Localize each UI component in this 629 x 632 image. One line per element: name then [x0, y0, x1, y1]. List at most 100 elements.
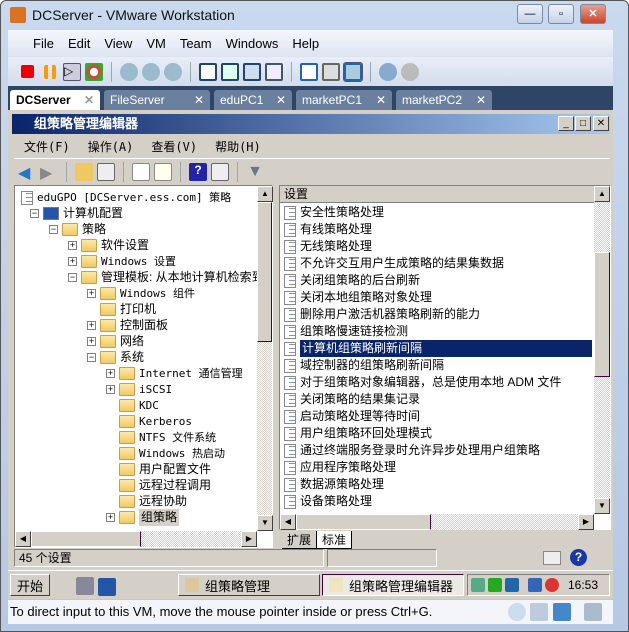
tree-item[interactable]: − 计算机配置	[30, 205, 123, 222]
tree-item[interactable]: eduGPO [DCServer.ess.com] 策略	[21, 189, 231, 206]
reset-icon[interactable]	[85, 62, 103, 81]
scroll-down-button[interactable]: ▼	[257, 515, 273, 531]
sidebar-icon[interactable]	[199, 62, 217, 81]
tab-marketpc1[interactable]: marketPC1 ✕	[296, 90, 392, 110]
setting-row[interactable]: 设备策略处理	[284, 493, 372, 510]
filter-icon[interactable]: ▼	[246, 163, 264, 181]
start-button[interactable]: 开始	[10, 574, 50, 596]
setting-row[interactable]: 有线策略处理	[284, 221, 372, 238]
scroll-thumb[interactable]	[594, 252, 610, 377]
show-hide-tree-icon[interactable]	[97, 162, 115, 181]
properties-icon[interactable]	[132, 162, 150, 181]
setting-row[interactable]: 通过终端服务登录时允许异步处理用户组策略	[284, 442, 540, 459]
setting-row[interactable]: 用户组策略环回处理模式	[284, 425, 432, 442]
setting-row[interactable]: 安全性策略处理	[284, 204, 384, 221]
menu-view-cn[interactable]: 查看(V)	[151, 138, 197, 155]
vmware-tools-icon[interactable]	[505, 578, 519, 592]
tree-item[interactable]: Kerberos	[106, 413, 192, 430]
column-header-setting[interactable]: 设置	[280, 186, 594, 203]
maximize-button[interactable]: ▫	[548, 4, 574, 24]
up-folder-icon[interactable]	[75, 162, 93, 181]
tray-app-icon[interactable]	[471, 578, 485, 592]
expand-icon[interactable]: +	[68, 241, 77, 250]
list-hscrollbar[interactable]: ◀ ▶	[280, 514, 594, 530]
expand-icon[interactable]: +	[106, 513, 115, 522]
server-manager-icon[interactable]	[76, 577, 94, 595]
power-on-icon[interactable]: ▷	[63, 62, 81, 81]
expand-icon[interactable]: +	[87, 321, 96, 330]
tree-item[interactable]: + Windows 设置	[68, 253, 176, 270]
tree-item[interactable]: 远程协助	[106, 493, 187, 510]
gpme-maximize-button[interactable]: □	[575, 116, 591, 131]
collapse-icon[interactable]: −	[49, 225, 58, 234]
keyboard-icon[interactable]	[543, 551, 561, 565]
menu-windows[interactable]: Windows	[219, 36, 286, 51]
scroll-right-button[interactable]: ▶	[241, 531, 257, 547]
setting-row[interactable]: 应用程序策略处理	[284, 459, 396, 476]
tree-item[interactable]: − 策略	[49, 221, 106, 238]
tree-item[interactable]: + Internet 通信管理	[106, 365, 243, 382]
back-icon[interactable]: ◀	[18, 163, 36, 182]
fullscreen-icon[interactable]	[221, 62, 239, 81]
close-tab-icon[interactable]: ✕	[84, 93, 94, 107]
tree-item[interactable]: + iSCSI	[106, 381, 172, 398]
tree-item[interactable]: + 网络	[87, 333, 144, 350]
minimize-button[interactable]: —	[517, 4, 543, 24]
menu-file-cn[interactable]: 文件(F)	[24, 138, 70, 155]
menu-help-cn[interactable]: 帮助(H)	[215, 138, 261, 155]
taskbar-gpm[interactable]: 组策略管理	[178, 574, 320, 596]
scroll-thumb[interactable]	[31, 531, 141, 547]
collapse-icon[interactable]: −	[30, 209, 39, 218]
menu-team[interactable]: Team	[173, 36, 219, 51]
expand-icon[interactable]: +	[106, 385, 115, 394]
suspend-icon[interactable]	[44, 64, 56, 79]
setting-row[interactable]: 域控制器的组策略刷新间隔	[284, 357, 444, 374]
tab-extended[interactable]: 扩展	[282, 531, 317, 549]
action-pane-icon[interactable]	[211, 162, 229, 181]
tree-item[interactable]: Windows 热启动	[106, 445, 225, 462]
menu-vm[interactable]: VM	[139, 36, 173, 51]
gpme-minimize-button[interactable]: _	[558, 116, 574, 131]
unity-icon[interactable]	[265, 62, 283, 81]
tree-item[interactable]: + Windows 组件	[87, 285, 195, 302]
tab-marketpc2[interactable]: marketPC2 ✕	[396, 90, 492, 110]
hard-disk-icon[interactable]	[530, 603, 548, 621]
safely-remove-icon[interactable]	[488, 578, 502, 592]
setting-row[interactable]: 计算机组策略刷新间隔	[284, 340, 592, 357]
setting-row[interactable]: 关闭策略的结果集记录	[284, 391, 420, 408]
tree-hscrollbar[interactable]: ◀ ▶	[15, 531, 257, 547]
scroll-up-button[interactable]: ▲	[257, 186, 273, 202]
network-adapter-icon[interactable]	[553, 603, 571, 621]
scroll-thumb[interactable]	[257, 202, 272, 342]
setting-row[interactable]: 关闭本地组策略对象处理	[284, 289, 432, 306]
export-list-icon[interactable]	[154, 162, 172, 181]
cdrom-icon[interactable]	[508, 603, 526, 621]
tree-item[interactable]: 用户配置文件	[106, 461, 211, 478]
power-off-icon[interactable]	[21, 65, 34, 78]
collapse-icon[interactable]: −	[87, 353, 96, 362]
tree-item[interactable]: 远程过程调用	[106, 477, 211, 494]
volume-muted-icon[interactable]	[545, 578, 559, 592]
expand-icon[interactable]: +	[68, 257, 77, 266]
tree-item[interactable]: + 软件设置	[68, 237, 149, 254]
close-tab-icon[interactable]: ✕	[276, 93, 286, 107]
setting-row[interactable]: 数据源策略处理	[284, 476, 384, 493]
close-tab-icon[interactable]: ✕	[476, 93, 486, 107]
expand-icon[interactable]: +	[87, 337, 96, 346]
tree-vscrollbar[interactable]: ▲ ▼	[257, 186, 273, 531]
menu-action-cn[interactable]: 操作(A)	[88, 138, 134, 155]
expand-icon[interactable]: +	[87, 289, 96, 298]
close-tab-icon[interactable]: ✕	[194, 93, 204, 107]
scroll-thumb[interactable]	[296, 514, 431, 530]
setting-row[interactable]: 关闭组策略的后台刷新	[284, 272, 420, 289]
tree-item[interactable]: − 系统	[87, 349, 144, 366]
tree-item[interactable]: + 控制面板	[87, 317, 168, 334]
scroll-left-button[interactable]: ◀	[280, 514, 296, 530]
setting-row[interactable]: 对于组策略对象编辑器，总是使用本地 ADM 文件	[284, 374, 561, 391]
collapse-icon[interactable]: −	[68, 273, 77, 282]
menu-file[interactable]: File	[26, 36, 61, 51]
forward-icon[interactable]: ▶	[40, 163, 58, 182]
tree-item[interactable]: − 管理模板: 从本地计算机检索到的策略定义	[68, 269, 272, 286]
snapshot-manager-icon[interactable]	[164, 62, 182, 81]
setting-row[interactable]: 删除用户激活机器策略刷新的能力	[284, 306, 480, 323]
